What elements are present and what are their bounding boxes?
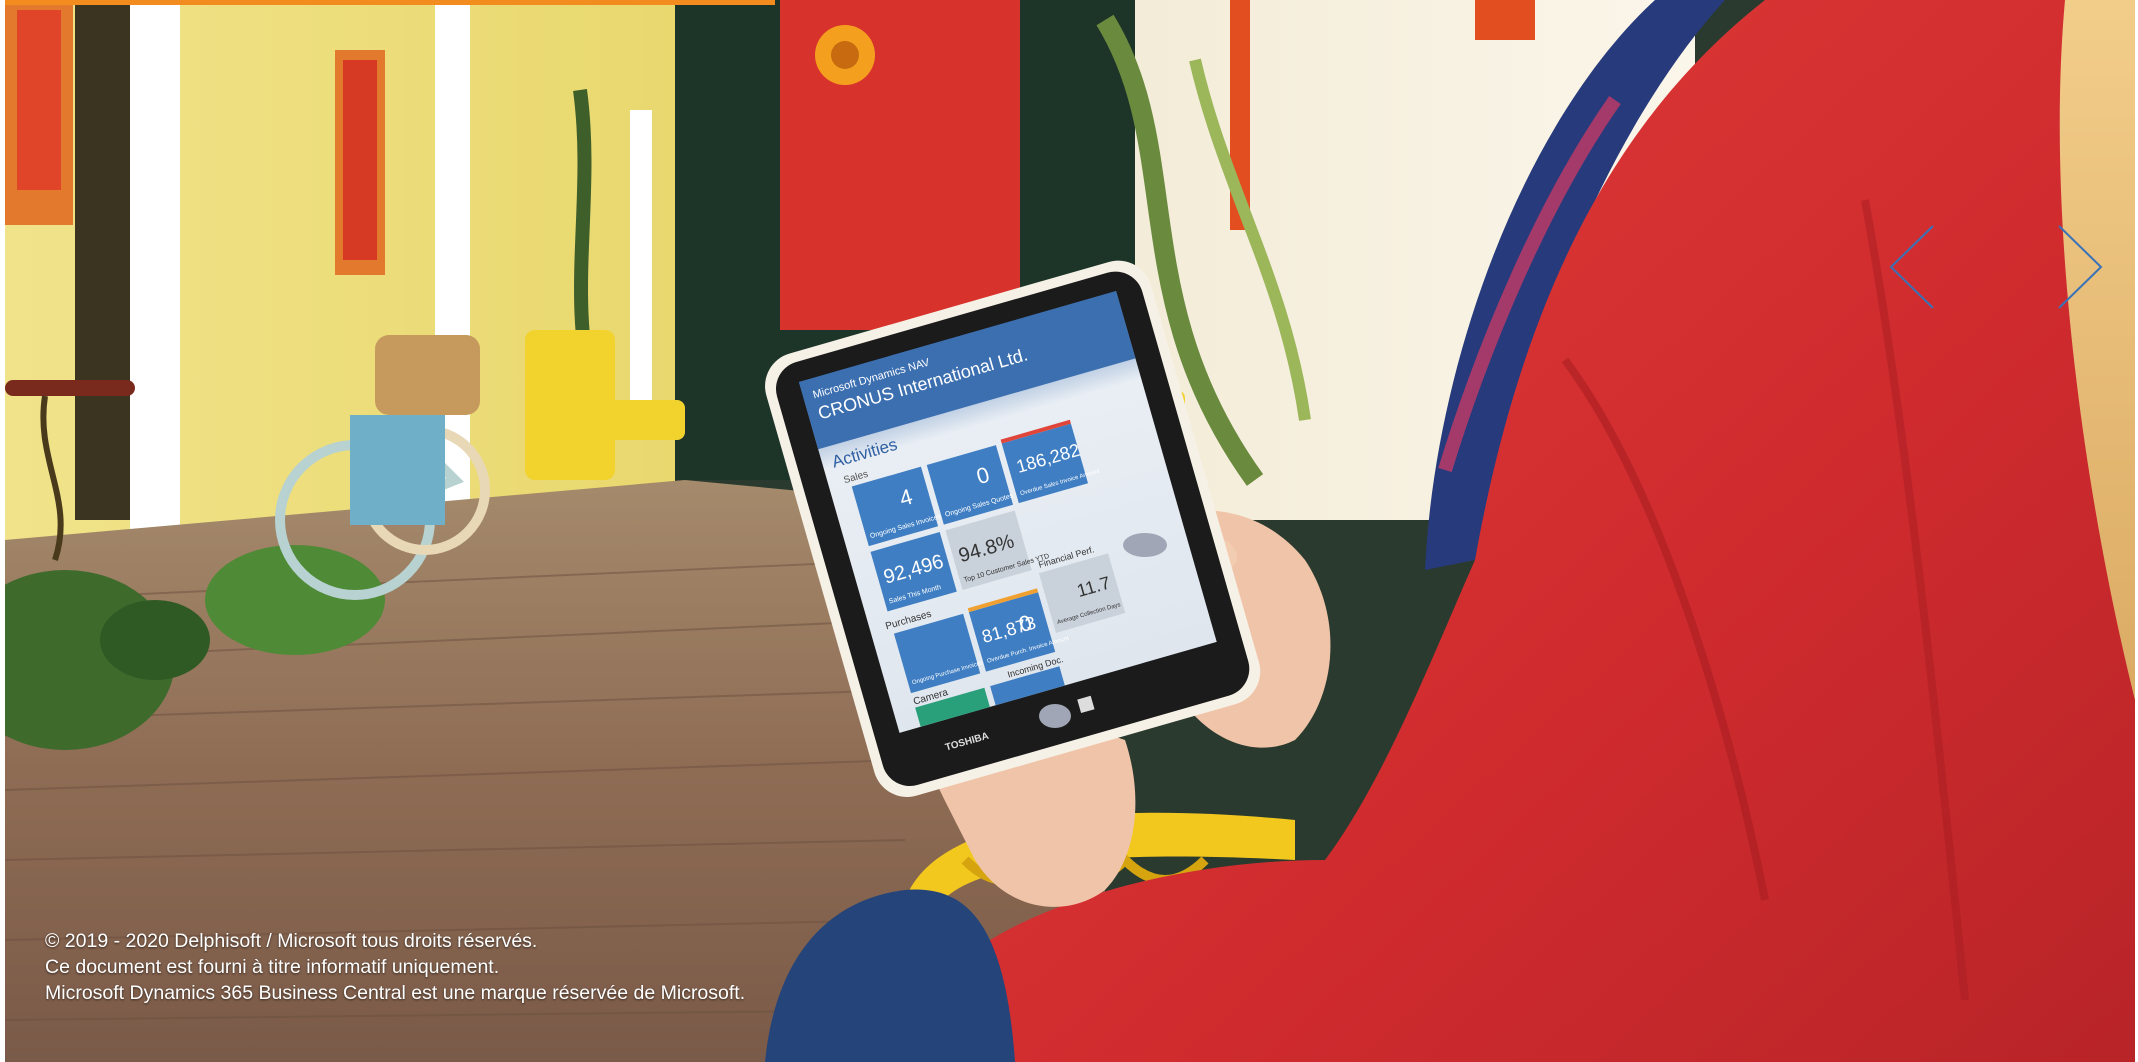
chevron-right-icon xyxy=(2058,225,2103,309)
chevron-left-icon xyxy=(1889,225,1934,309)
caption-line-copyright: © 2019 - 2020 Delphisoft / Microsoft tou… xyxy=(45,930,538,952)
hero-slide: Microsoft Dynamics NAV CRONUS Internatio… xyxy=(5,0,2135,1062)
carousel-next-button[interactable] xyxy=(2047,222,2107,312)
copyright-caption: © 2019 - 2020 Delphisoft / Microsoft tou… xyxy=(45,928,745,1006)
carousel-prev-button[interactable] xyxy=(1885,222,1945,312)
caption-line-disclaimer: Ce document est fourni à titre informati… xyxy=(45,956,500,978)
caption-line-trademark: Microsoft Dynamics 365 Business Central … xyxy=(45,982,746,1004)
accent-bar xyxy=(5,0,775,5)
photo-scene: Microsoft Dynamics NAV CRONUS Internatio… xyxy=(5,0,2135,1062)
